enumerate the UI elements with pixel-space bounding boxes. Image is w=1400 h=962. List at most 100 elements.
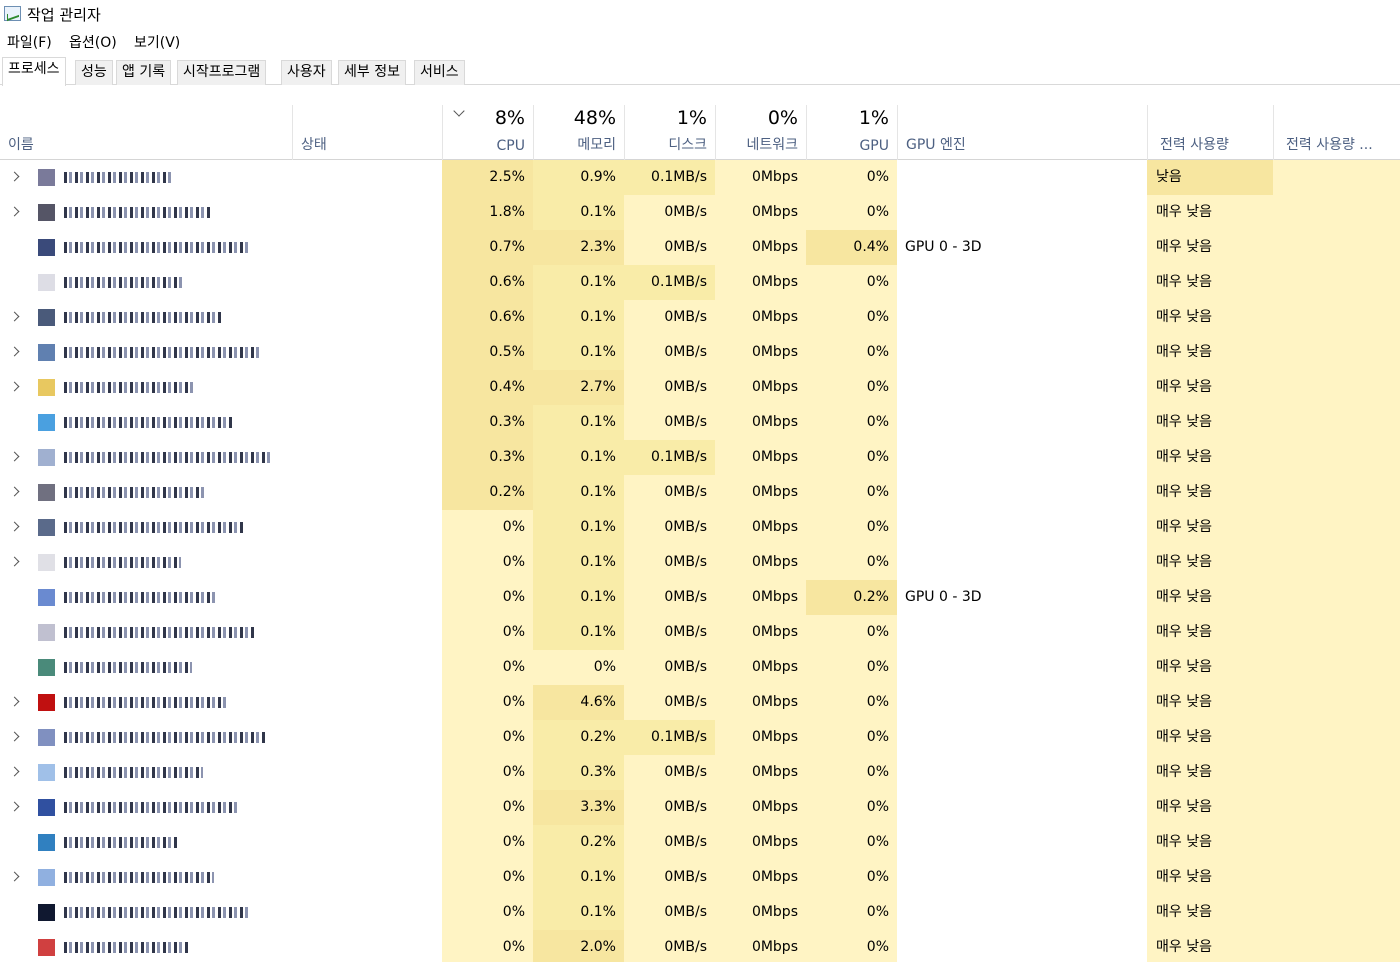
- header-power-usage[interactable]: 전력 사용량: [1147, 105, 1273, 160]
- disk-cell: 0.1MB/s: [624, 440, 715, 475]
- network-cell: 0Mbps: [715, 230, 806, 265]
- network-cell: 0Mbps: [715, 580, 806, 615]
- process-name-redacted: [64, 662, 192, 673]
- cpu-cell: 0%: [442, 720, 533, 755]
- chevron-right-icon[interactable]: [9, 731, 20, 742]
- table-row[interactable]: 0.5% 0.1% 0MB/s 0Mbps 0% 매우 낮음: [0, 335, 1400, 370]
- chevron-right-icon[interactable]: [9, 521, 20, 532]
- table-row[interactable]: 0.7% 2.3% 0MB/s 0Mbps 0.4% GPU 0 - 3D 매우 낮음: [0, 230, 1400, 265]
- header-disk[interactable]: 1% 디스크: [624, 105, 715, 160]
- tab-app-history[interactable]: 앱 기록: [116, 60, 172, 85]
- cpu-cell: 0.7%: [442, 230, 533, 265]
- gpu-engine-cell: [897, 860, 1147, 895]
- process-name-redacted: [64, 942, 188, 953]
- table-row[interactable]: 0.4% 2.7% 0MB/s 0Mbps 0% 매우 낮음: [0, 370, 1400, 405]
- process-name-redacted: [64, 907, 251, 918]
- chevron-right-icon[interactable]: [9, 486, 20, 497]
- table-row[interactable]: 0% 0.3% 0MB/s 0Mbps 0% 매우 낮음: [0, 755, 1400, 790]
- gpu-cell: 0%: [806, 930, 897, 962]
- disk-cell: 0MB/s: [624, 650, 715, 685]
- gpu-engine-cell: [897, 440, 1147, 475]
- window-title: 작업 관리자: [27, 6, 101, 24]
- table-row[interactable]: 0% 0.1% 0MB/s 0Mbps 0% 매우 낮음: [0, 510, 1400, 545]
- process-name-redacted: [64, 207, 211, 218]
- header-power-usage-trend[interactable]: 전력 사용량 ...: [1273, 105, 1400, 160]
- power-usage-cell: 매우 낮음: [1147, 685, 1273, 720]
- gpu-engine-cell: [897, 545, 1147, 580]
- table-row[interactable]: 0% 0.1% 0MB/s 0Mbps 0% 매우 낮음: [0, 615, 1400, 650]
- tab-users[interactable]: 사용자: [281, 60, 332, 85]
- header-gpu[interactable]: 1% GPU: [806, 105, 897, 160]
- chevron-right-icon[interactable]: [9, 346, 20, 357]
- gpu-engine-cell: [897, 300, 1147, 335]
- process-icon: [38, 519, 55, 536]
- chevron-right-icon[interactable]: [9, 871, 20, 882]
- header-network[interactable]: 0% 네트워크: [715, 105, 806, 160]
- menu-bar: 파일(F) 옵션(O) 보기(V): [0, 29, 1400, 53]
- chevron-right-icon[interactable]: [9, 556, 20, 567]
- power-usage-cell: 매우 낮음: [1147, 230, 1273, 265]
- disk-cell: 0MB/s: [624, 195, 715, 230]
- header-gpu-engine[interactable]: GPU 엔진: [897, 105, 1147, 160]
- chevron-right-icon[interactable]: [9, 381, 20, 392]
- chevron-right-icon[interactable]: [9, 766, 20, 777]
- network-cell: 0Mbps: [715, 790, 806, 825]
- chevron-right-icon[interactable]: [9, 696, 20, 707]
- chevron-right-icon[interactable]: [9, 311, 20, 322]
- cpu-cell: 1.8%: [442, 195, 533, 230]
- tab-services[interactable]: 서비스: [414, 60, 465, 85]
- disk-cell: 0MB/s: [624, 825, 715, 860]
- process-icon: [38, 344, 55, 361]
- tab-startup[interactable]: 시작프로그램: [177, 60, 267, 85]
- power-usage-trend-cell: [1273, 580, 1400, 615]
- gpu-cell: 0%: [806, 335, 897, 370]
- table-row[interactable]: 0% 0.2% 0.1MB/s 0Mbps 0% 매우 낮음: [0, 720, 1400, 755]
- table-row[interactable]: 0% 0% 0MB/s 0Mbps 0% 매우 낮음: [0, 650, 1400, 685]
- power-usage-trend-cell: [1273, 545, 1400, 580]
- gpu-cell: 0.2%: [806, 580, 897, 615]
- header-name[interactable]: 이름: [0, 105, 292, 160]
- header-cpu[interactable]: 8% CPU: [442, 105, 533, 160]
- table-row[interactable]: 0.3% 0.1% 0MB/s 0Mbps 0% 매우 낮음: [0, 405, 1400, 440]
- gpu-cell: 0%: [806, 755, 897, 790]
- gpu-engine-cell: [897, 825, 1147, 860]
- table-row[interactable]: 0% 2.0% 0MB/s 0Mbps 0% 매우 낮음: [0, 930, 1400, 962]
- table-row[interactable]: 0% 0.1% 0MB/s 0Mbps 0% 매우 낮음: [0, 545, 1400, 580]
- gpu-cell: 0%: [806, 475, 897, 510]
- table-row[interactable]: 0% 0.1% 0MB/s 0Mbps 0.2% GPU 0 - 3D 매우 낮음: [0, 580, 1400, 615]
- table-row[interactable]: 1.8% 0.1% 0MB/s 0Mbps 0% 매우 낮음: [0, 195, 1400, 230]
- table-row[interactable]: 0.2% 0.1% 0MB/s 0Mbps 0% 매우 낮음: [0, 475, 1400, 510]
- memory-cell: 0.1%: [533, 475, 624, 510]
- table-row[interactable]: 0% 0.2% 0MB/s 0Mbps 0% 매우 낮음: [0, 825, 1400, 860]
- process-icon: [38, 169, 55, 186]
- chevron-right-icon[interactable]: [9, 801, 20, 812]
- menu-view[interactable]: 보기(V): [134, 32, 180, 52]
- table-row[interactable]: 0% 3.3% 0MB/s 0Mbps 0% 매우 낮음: [0, 790, 1400, 825]
- memory-cell: 2.0%: [533, 930, 624, 962]
- header-status[interactable]: 상태: [292, 105, 442, 160]
- table-row[interactable]: 0.6% 0.1% 0.1MB/s 0Mbps 0% 매우 낮음: [0, 265, 1400, 300]
- power-usage-cell: 매우 낮음: [1147, 440, 1273, 475]
- cpu-cell: 0%: [442, 860, 533, 895]
- table-row[interactable]: 0.6% 0.1% 0MB/s 0Mbps 0% 매우 낮음: [0, 300, 1400, 335]
- chevron-right-icon[interactable]: [9, 451, 20, 462]
- power-usage-cell: 매우 낮음: [1147, 195, 1273, 230]
- table-row[interactable]: 0.3% 0.1% 0.1MB/s 0Mbps 0% 매우 낮음: [0, 440, 1400, 475]
- power-usage-cell: 매우 낮음: [1147, 545, 1273, 580]
- tab-performance[interactable]: 성능: [75, 60, 113, 85]
- table-row[interactable]: 0% 0.1% 0MB/s 0Mbps 0% 매우 낮음: [0, 860, 1400, 895]
- network-cell: 0Mbps: [715, 370, 806, 405]
- menu-options[interactable]: 옵션(O): [69, 32, 117, 52]
- power-usage-cell: 매우 낮음: [1147, 930, 1273, 962]
- table-row[interactable]: 0% 4.6% 0MB/s 0Mbps 0% 매우 낮음: [0, 685, 1400, 720]
- header-memory[interactable]: 48% 메모리: [533, 105, 624, 160]
- chevron-right-icon[interactable]: [9, 171, 20, 182]
- gpu-cell: 0%: [806, 405, 897, 440]
- tab-processes[interactable]: 프로세스: [2, 57, 66, 86]
- process-name-redacted: [64, 522, 244, 533]
- menu-file[interactable]: 파일(F): [7, 32, 52, 52]
- table-row[interactable]: 0% 0.1% 0MB/s 0Mbps 0% 매우 낮음: [0, 895, 1400, 930]
- table-row[interactable]: 2.5% 0.9% 0.1MB/s 0Mbps 0% 낮음: [0, 160, 1400, 195]
- tab-details[interactable]: 세부 정보: [338, 60, 406, 85]
- chevron-right-icon[interactable]: [9, 206, 20, 217]
